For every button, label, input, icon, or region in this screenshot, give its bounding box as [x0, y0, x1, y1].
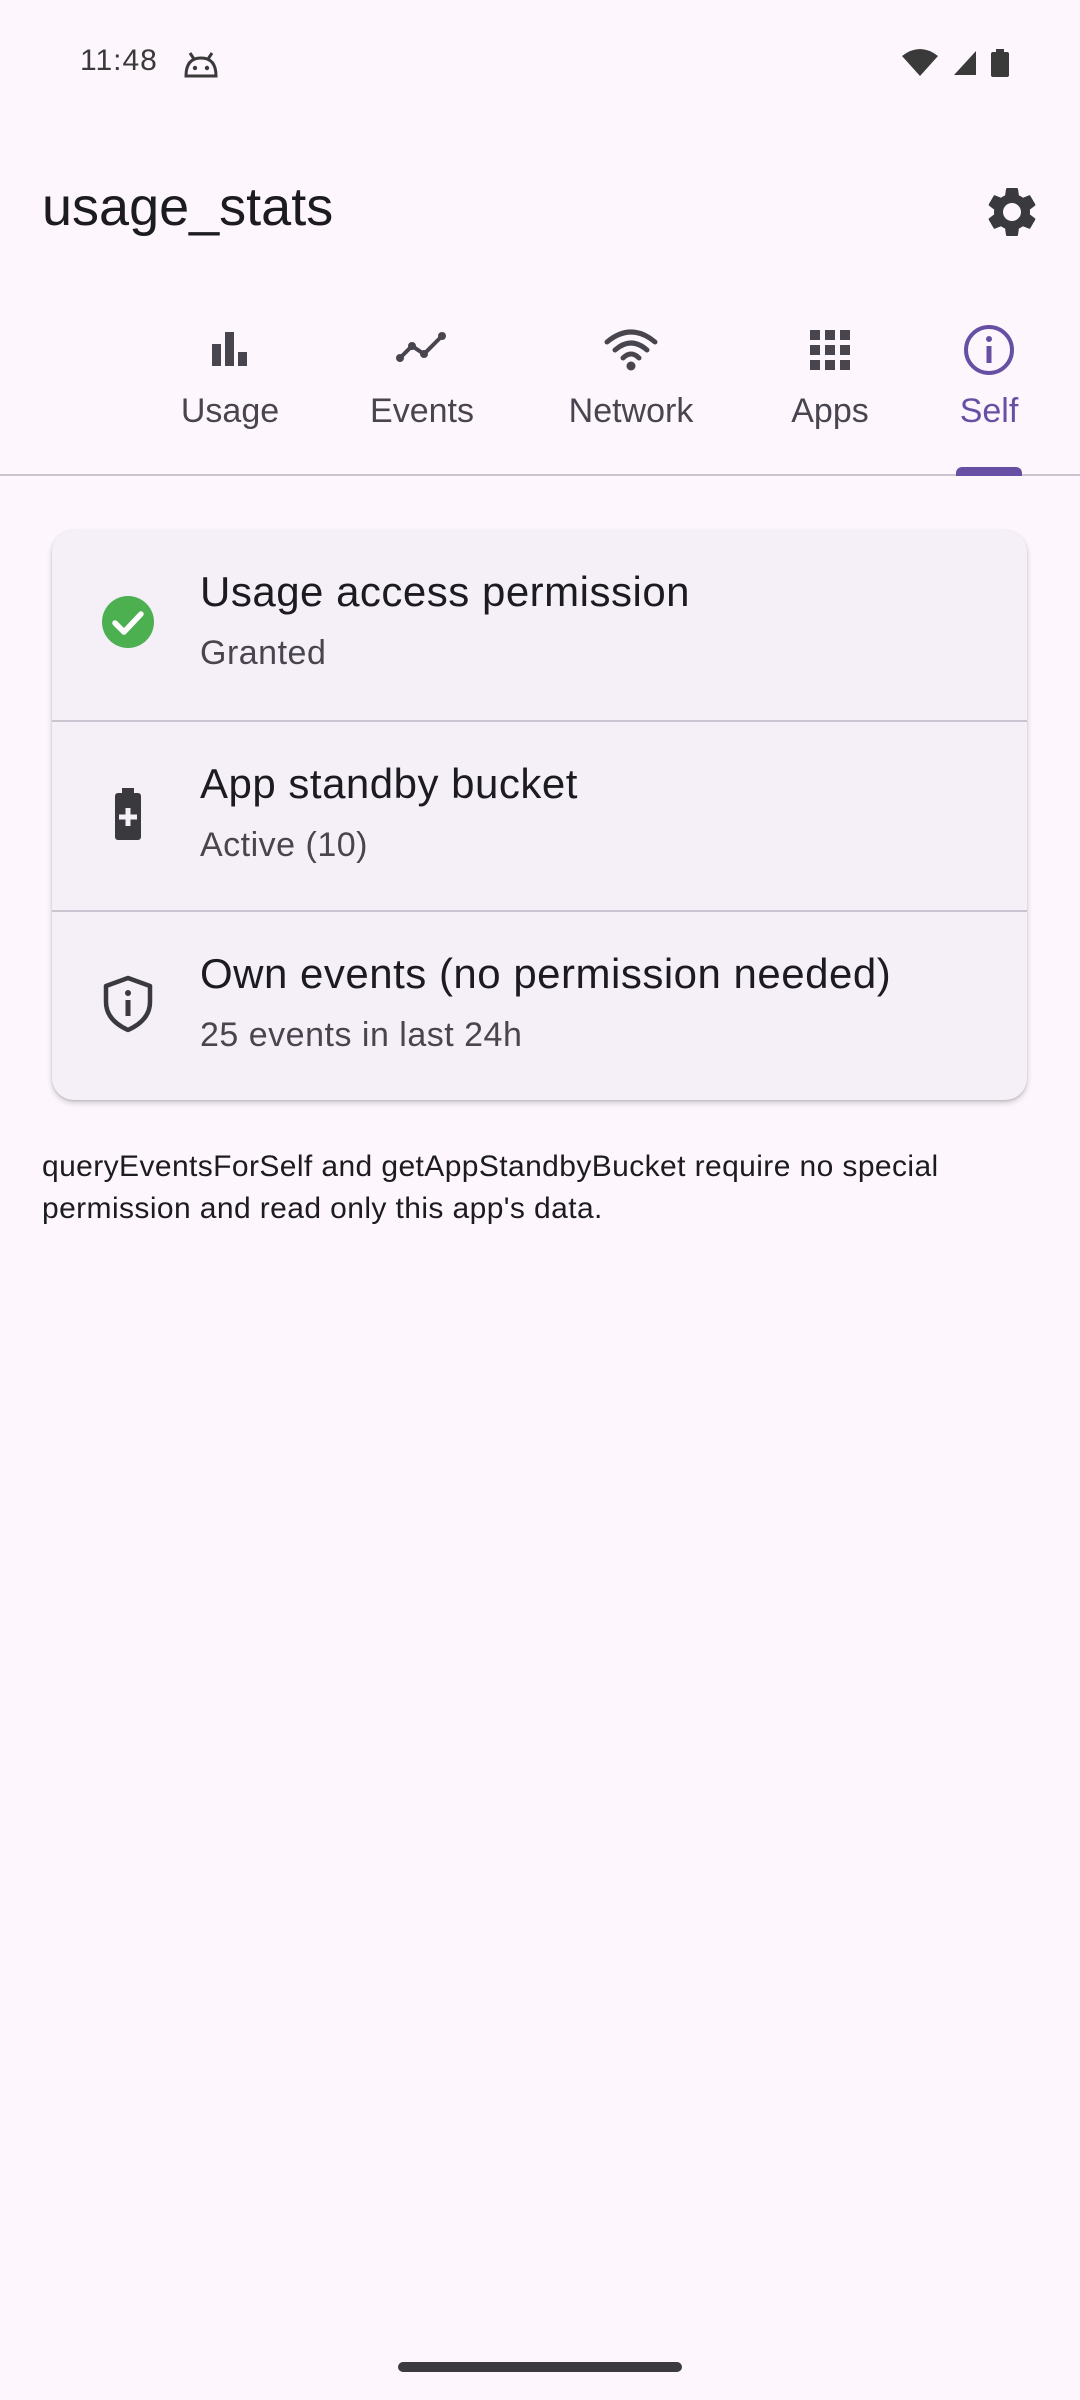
tab-usage[interactable]: Usage: [165, 300, 295, 476]
settings-gear-icon[interactable]: [982, 182, 1042, 242]
list-item-standby-bucket[interactable]: App standby bucket Active (10): [52, 720, 1027, 910]
status-bar: 11:48: [0, 0, 1080, 130]
tab-network[interactable]: Network: [556, 300, 706, 476]
apps-grid-icon: [810, 330, 850, 370]
tab-events[interactable]: Events: [360, 300, 484, 476]
top-app-bar: usage_stats: [0, 150, 1080, 270]
android-debug-icon: [184, 52, 218, 78]
tab-label: Network: [568, 392, 694, 430]
tab-label: Self: [959, 392, 1019, 430]
cell-signal-icon: [954, 51, 976, 75]
check-circle-icon: [102, 596, 154, 648]
battery-plus-icon: [115, 788, 141, 840]
list-item-usage-access[interactable]: Usage access permission Granted: [52, 530, 1027, 720]
tab-apps[interactable]: Apps: [780, 300, 880, 476]
tab-self[interactable]: Self: [946, 300, 1032, 476]
app-title: usage_stats: [42, 177, 334, 237]
list-item-subtitle: Active (10): [200, 826, 368, 864]
tab-label: Usage: [180, 392, 280, 430]
list-item-title: App standby bucket: [200, 760, 578, 807]
bar-chart-icon: [212, 332, 247, 366]
wifi-icon: [604, 329, 658, 371]
list-item-subtitle: Granted: [200, 634, 327, 672]
list-item-title: Usage access permission: [200, 568, 691, 615]
battery-status-icon: [991, 49, 1009, 77]
self-info-card: Usage access permission Granted App stan…: [52, 530, 1027, 1100]
home-gesture-bar[interactable]: [398, 2362, 682, 2372]
list-item-subtitle: 25 events in last 24h: [200, 1016, 523, 1054]
tab-label: Apps: [791, 392, 869, 430]
list-item-title: Own events (no permission needed): [200, 950, 892, 997]
wifi-status-icon: [902, 49, 938, 76]
info-icon: [964, 325, 1014, 375]
shield-info-icon: [103, 975, 153, 1033]
list-item-own-events[interactable]: Own events (no permission needed) 25 eve…: [52, 910, 1027, 1100]
tab-bar: Usage Events Network Apps Self: [0, 300, 1080, 476]
status-time: 11:48: [80, 44, 158, 77]
tab-selected-indicator: [956, 467, 1022, 476]
timeline-icon: [396, 332, 446, 362]
footnote-text: queryEventsForSelf and getAppStandbyBuck…: [42, 1150, 939, 1225]
tab-label: Events: [370, 392, 474, 430]
